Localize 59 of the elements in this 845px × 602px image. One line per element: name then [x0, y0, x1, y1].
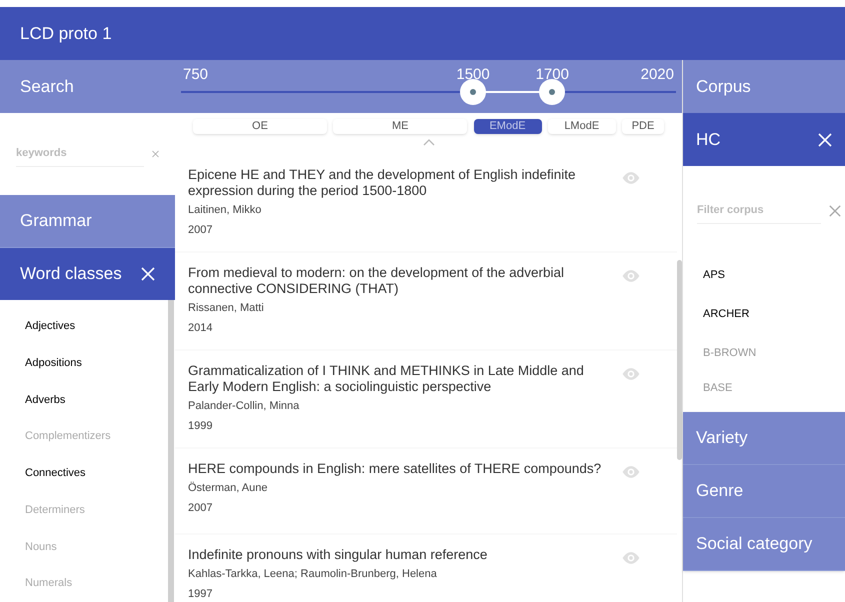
corpus-item[interactable]: ARCHER — [683, 295, 845, 334]
scrollbar[interactable] — [677, 260, 682, 460]
search-heading: Search — [20, 76, 74, 98]
result-title: From medieval to modern: on the development of the adverbial connective CONSIDERING (THAT) — [188, 265, 565, 297]
period-button[interactable]: LModE — [548, 119, 616, 134]
result-card[interactable]: From medieval to modern: on the development of the adverbial connective CONSIDERING (THAT) Rissanen, Matti 2014 — [175, 253, 677, 349]
app-title: LCD proto 1 — [20, 22, 112, 45]
result-year: 2007 — [188, 500, 214, 516]
eye-icon[interactable] — [621, 171, 641, 185]
filter-heading: Social category — [696, 533, 812, 556]
eye-icon[interactable] — [621, 465, 641, 479]
result-title: Indefinite pronouns with singular human reference — [188, 547, 488, 563]
result-author: Laitinen, Mikko — [188, 203, 262, 218]
result-card[interactable]: HERE compounds in English: mere satellites of THERE compounds? Österman, Aune 2007 — [175, 449, 677, 533]
chevron-up-icon[interactable] — [422, 139, 434, 146]
result-title: HERE compounds in English: mere satellites of THERE compounds? — [188, 461, 602, 477]
period-button[interactable]: OE — [193, 119, 327, 134]
result-year: 2007 — [188, 222, 214, 238]
period-button[interactable]: PDE — [622, 119, 664, 134]
result-card[interactable]: Grammaticalization of I THINK and METHINKS in Late Middle and Early Modern English: a sociolinguistic perspective Palander-Collin, Minna 1999 — [175, 351, 677, 447]
result-card[interactable]: Indefinite pronouns with singular human reference Kahlas-Tarkka, Leena; Raumolin-Brunberg, Helena 1997 — [175, 535, 677, 602]
range-thumb[interactable] — [539, 79, 566, 105]
filter-corpus-field[interactable]: Filter corpus — [697, 198, 821, 224]
result-year: 1997 — [188, 586, 214, 602]
word-classes-heading: Word classes — [20, 263, 122, 286]
eye-icon[interactable] — [621, 269, 641, 283]
scrollbar[interactable] — [168, 300, 174, 602]
period-button[interactable]: ME — [333, 119, 468, 134]
range-max-label: 2020 — [640, 65, 674, 85]
range-min-label: 750 — [183, 65, 208, 85]
result-card[interactable]: Epicene HE and THEY and the development of English indefinite expression during the period 1500-1800 Laitinen, Mikko 2007 — [175, 155, 677, 251]
word-class-item[interactable]: Connectives — [0, 455, 168, 492]
word-classes-header[interactable]: Word classes — [0, 247, 175, 300]
eye-icon[interactable] — [621, 367, 641, 381]
selected-corpus-header[interactable]: HC — [683, 113, 845, 166]
word-class-item[interactable]: Adjectives — [0, 308, 168, 345]
result-title: Grammaticalization of I THINK and METHINKS in Late Middle and Early Modern English: a sociolinguistic perspective — [188, 363, 585, 395]
corpus-item[interactable]: APS — [683, 256, 845, 295]
range-thumb[interactable] — [460, 79, 486, 105]
filter-heading: Genre — [696, 480, 744, 502]
result-year: 2014 — [188, 320, 214, 336]
eye-icon[interactable] — [621, 551, 641, 565]
result-year: 1999 — [188, 418, 214, 434]
result-author: Kahlas-Tarkka, Leena; Raumolin-Brunberg, Helena — [188, 567, 438, 582]
range-track[interactable] — [181, 79, 676, 105]
range-thumb-label: 1700 — [536, 65, 569, 85]
word-class-item[interactable]: Adpositions — [0, 344, 168, 382]
keywords-field[interactable]: keywords — [16, 141, 144, 167]
selected-corpus-label: HC — [696, 128, 721, 151]
range-thumb-label: 1500 — [456, 65, 490, 85]
corpus-heading: Corpus — [696, 76, 751, 98]
period-button[interactable]: EModE — [474, 119, 542, 134]
result-author: Palander-Collin, Minna — [188, 399, 300, 414]
filter-heading: Variety — [696, 427, 748, 450]
grammar-heading: Grammar — [20, 210, 92, 232]
result-author: Rissanen, Matti — [188, 301, 265, 316]
result-title: Epicene HE and THEY and the development of English indefinite expression during the period 1500-1800 — [188, 167, 577, 199]
word-class-item[interactable]: Adverbs — [0, 382, 168, 418]
result-author: Österman, Aune — [188, 480, 268, 496]
